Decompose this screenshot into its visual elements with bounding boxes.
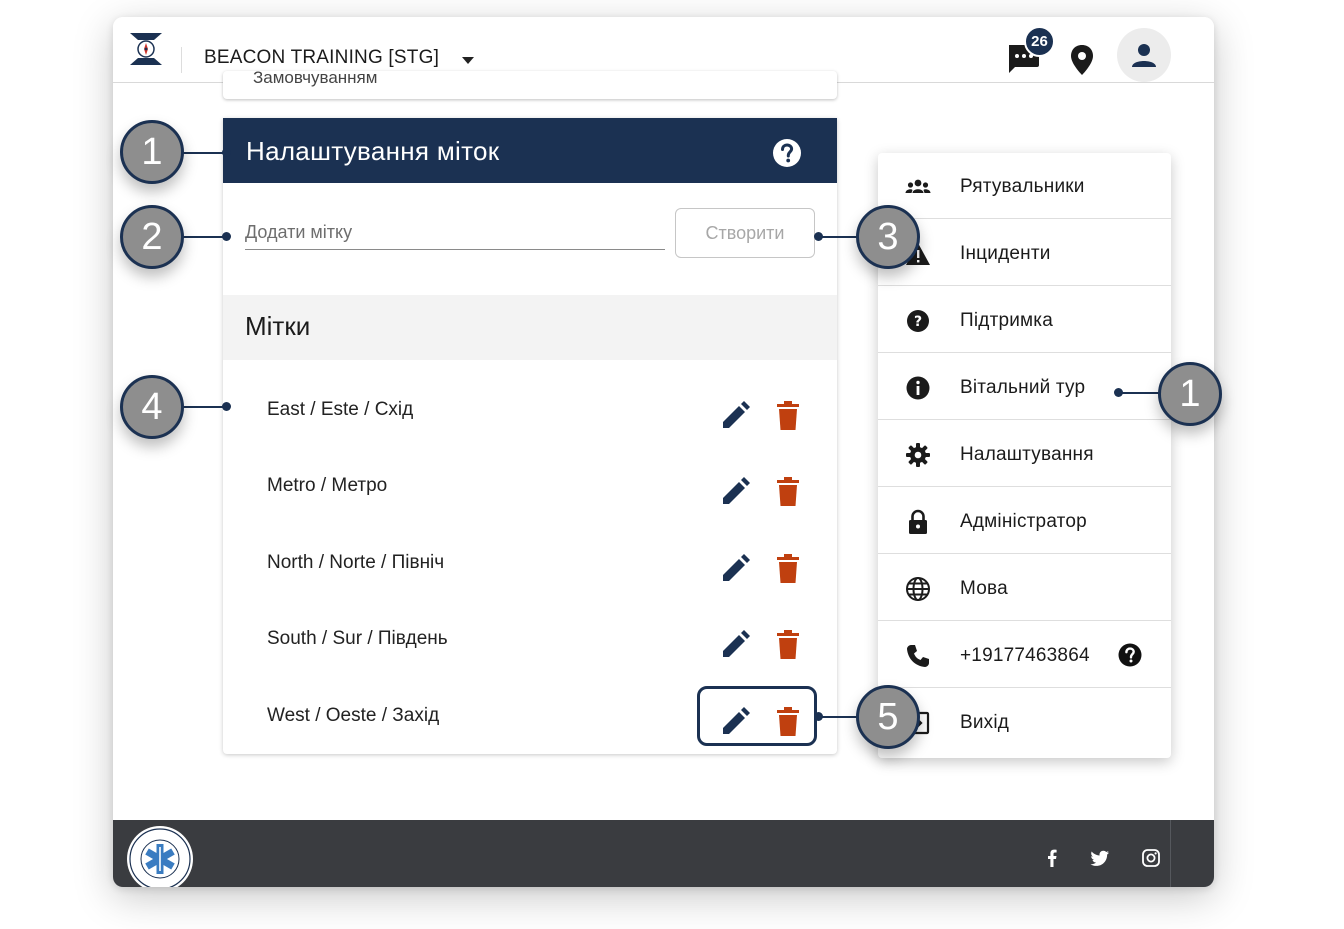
- tag-row: South / Sur / Південь: [223, 612, 837, 688]
- person-icon: [1132, 44, 1156, 67]
- edit-pencil-icon[interactable]: [720, 630, 750, 660]
- menu-item-settings[interactable]: Налаштування: [878, 421, 1171, 487]
- callout-4-badge: 4: [120, 375, 184, 439]
- previous-card-text: Замовчуванням: [253, 71, 378, 87]
- delete-trash-icon[interactable]: [776, 630, 800, 660]
- action-buttons-highlight: [697, 686, 817, 746]
- tag-row: Metro / Метро: [223, 459, 837, 535]
- menu-item-support[interactable]: ? Підтримка: [878, 287, 1171, 353]
- chat-count-badge: 26: [1024, 26, 1055, 57]
- callout-menu-1-line: [1121, 392, 1161, 394]
- trek-medics-logo-icon: [127, 826, 193, 887]
- tag-row: East / Este / Схід: [223, 383, 837, 459]
- menu-item-label: Рятувальники: [960, 176, 1085, 197]
- menu-item-label: Вітальний тур: [960, 377, 1086, 398]
- gear-icon: [906, 443, 930, 467]
- screenshot-stage: BEACON TRAINING [STG] 26 Замовчуванням Н…: [0, 0, 1344, 929]
- callout-1-line: [183, 152, 227, 154]
- footer-divider: [1170, 820, 1171, 887]
- caret-down-icon[interactable]: [461, 55, 475, 65]
- beacon-logo-icon[interactable]: [128, 31, 164, 67]
- callout-2-badge: 2: [120, 205, 184, 269]
- svg-text:?: ?: [914, 314, 922, 330]
- menu-item-label: Вихід: [960, 712, 1010, 733]
- tags-heading: Мітки: [245, 311, 311, 341]
- info-icon: [906, 376, 930, 400]
- callout-5-line: [819, 716, 861, 718]
- callout-menu-1-dot: [1114, 388, 1123, 397]
- card-header: Налаштування міток: [223, 118, 837, 183]
- menu-item-label: Налаштування: [960, 444, 1094, 465]
- menu-item-rescuers[interactable]: Рятувальники: [878, 153, 1171, 219]
- tag-label: East / Este / Схід: [267, 399, 414, 420]
- tag-label: South / Sur / Південь: [267, 628, 448, 649]
- menu-item-label: Підтримка: [960, 310, 1054, 331]
- facebook-icon[interactable]: [1042, 848, 1062, 868]
- twitter-icon[interactable]: [1090, 848, 1110, 868]
- help-icon[interactable]: [1118, 643, 1142, 667]
- callout-menu-1-badge: 1: [1158, 362, 1222, 426]
- callout-3-badge: 3: [856, 205, 920, 269]
- app-window: BEACON TRAINING [STG] 26 Замовчуванням Н…: [113, 17, 1214, 887]
- menu-item-admin[interactable]: Адміністратор: [878, 488, 1171, 554]
- menu-item-phone[interactable]: +19177463864: [878, 622, 1171, 688]
- callout-1-dot: [222, 148, 231, 157]
- callout-4-dot: [222, 402, 231, 411]
- tag-row: North / Norte / Північ: [223, 536, 837, 612]
- menu-item-language[interactable]: Мова: [878, 555, 1171, 621]
- edit-pencil-icon[interactable]: [720, 401, 750, 431]
- menu-item-label: Мова: [960, 578, 1008, 599]
- callout-4-line: [183, 406, 227, 408]
- globe-icon: [906, 577, 930, 601]
- menu-item-welcome-tour[interactable]: Вітальний тур: [878, 354, 1171, 420]
- edit-pencil-icon[interactable]: [720, 554, 750, 584]
- delete-trash-icon[interactable]: [776, 554, 800, 584]
- add-tag-input[interactable]: [245, 216, 665, 250]
- edit-pencil-icon[interactable]: [720, 477, 750, 507]
- callout-3-line: [819, 236, 861, 238]
- tag-label: West / Oeste / Захід: [267, 705, 440, 726]
- title-divider: [181, 47, 182, 73]
- user-avatar-button[interactable]: [1117, 28, 1171, 82]
- tag-label: Metro / Метро: [267, 475, 388, 496]
- menu-item-logout[interactable]: Вихід: [878, 689, 1171, 755]
- footer: [113, 820, 1214, 887]
- tag-settings-card: Налаштування міток Створити Мітки East /…: [223, 118, 837, 754]
- callout-3-dot: [814, 232, 823, 241]
- previous-settings-card: Замовчуванням: [223, 71, 837, 99]
- instagram-icon[interactable]: [1141, 848, 1161, 868]
- location-pin-icon[interactable]: [1069, 44, 1095, 76]
- app-title[interactable]: BEACON TRAINING [STG]: [204, 47, 439, 69]
- callout-5-dot: [814, 712, 823, 721]
- menu-item-label: +19177463864: [960, 645, 1090, 666]
- main-content: Замовчуванням Налаштування міток Створит…: [113, 71, 1214, 820]
- lock-icon: [909, 509, 927, 534]
- callout-2-line: [183, 236, 227, 238]
- menu-item-label: Інциденти: [960, 243, 1051, 264]
- delete-trash-icon[interactable]: [776, 401, 800, 431]
- delete-trash-icon[interactable]: [776, 477, 800, 507]
- help-icon[interactable]: [772, 138, 802, 168]
- create-tag-button[interactable]: Створити: [675, 208, 815, 258]
- phone-icon: [907, 645, 929, 667]
- card-title: Налаштування міток: [246, 136, 500, 166]
- group-icon: [905, 179, 931, 193]
- menu-item-label: Адміністратор: [960, 511, 1087, 532]
- user-menu: Рятувальники Інциденти ? Підтримка Вітал…: [878, 153, 1171, 758]
- callout-1-badge: 1: [120, 120, 184, 184]
- menu-item-incidents[interactable]: Інциденти: [878, 220, 1171, 286]
- tag-label: North / Norte / Північ: [267, 552, 445, 573]
- callout-5-badge: 5: [856, 685, 920, 749]
- tags-section-header: Мітки: [223, 295, 837, 360]
- support-icon: ?: [907, 310, 929, 332]
- callout-2-dot: [222, 232, 231, 241]
